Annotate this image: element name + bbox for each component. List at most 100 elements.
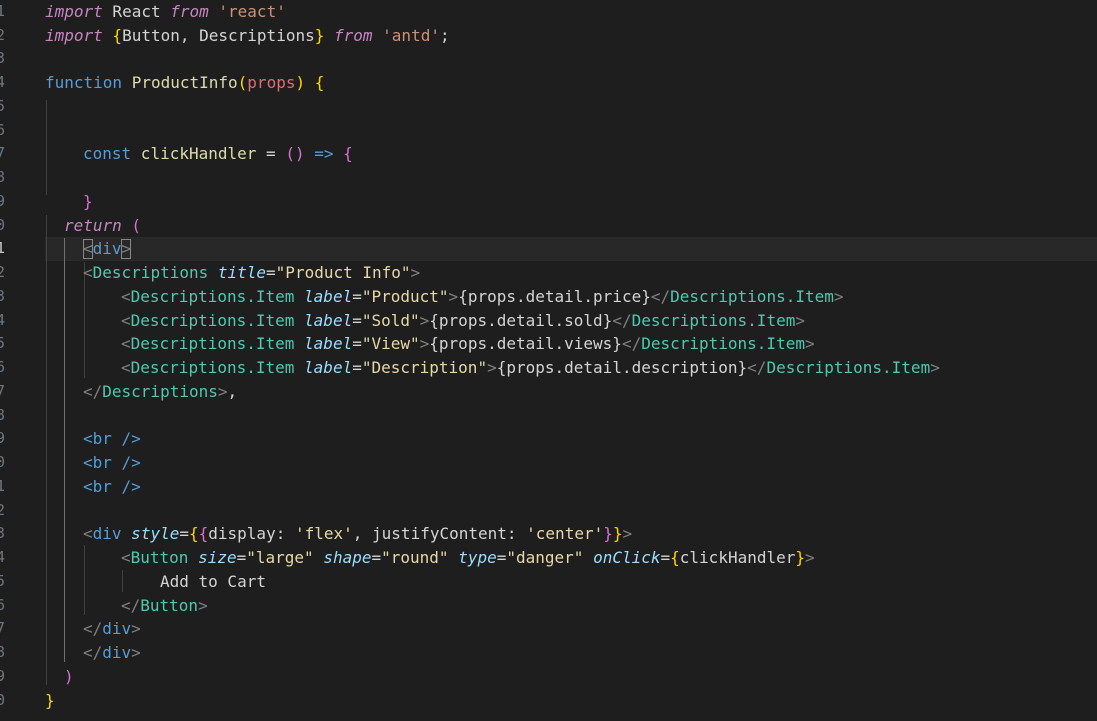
module-string: 'antd' <box>372 26 440 45</box>
component-name: Descriptions.Item <box>130 287 295 306</box>
tag-name-div: div <box>102 619 132 638</box>
code-line-1[interactable]: import React from 'react' <box>45 0 286 23</box>
paren-open: ( <box>121 216 142 235</box>
brace-open: { <box>188 524 199 543</box>
attribute-name: style <box>121 524 180 543</box>
code-line-14[interactable]: <Descriptions.Item label="Sold">{props.d… <box>121 309 805 332</box>
code-line-9[interactable]: } <box>83 190 93 213</box>
brace-close: } <box>314 26 325 45</box>
paren-open: ( <box>237 73 248 92</box>
component-name: Descriptions.Item <box>130 311 295 330</box>
param-props: props <box>247 73 296 92</box>
attribute-value: "Product Info" <box>275 263 411 282</box>
tag-close-bracket: > <box>833 287 844 306</box>
code-line-29[interactable]: ) <box>64 665 74 688</box>
attribute-equals: = <box>266 263 276 282</box>
code-line-19[interactable]: <br /> <box>83 427 141 450</box>
code-line-16[interactable]: <Descriptions.Item label="Description">{… <box>121 356 940 379</box>
attribute-name: label <box>294 287 353 306</box>
code-editor[interactable]: 1 2 3 4 5 6 7 8 9 0 1 2 3 4 5 6 7 8 9 0 … <box>0 0 1097 721</box>
component-name: Button <box>130 548 189 567</box>
paren-close: ) <box>64 667 74 686</box>
import-names: Button, Descriptions <box>122 26 315 45</box>
attribute-equals: = <box>371 548 382 567</box>
keyword-import: import <box>45 26 103 45</box>
code-line-26[interactable]: </Button> <box>121 594 208 617</box>
tag-open-bracket: < <box>83 239 93 258</box>
code-line-17[interactable]: </Descriptions>, <box>83 380 237 403</box>
attribute-name: size <box>188 548 237 567</box>
component-name: Descriptions.Item <box>641 334 805 353</box>
component-name: Descriptions <box>92 263 209 282</box>
closing-tag-open: </ <box>621 334 642 353</box>
code-line-21[interactable]: <br /> <box>83 475 141 498</box>
tag-open-bracket: < <box>121 311 131 330</box>
tag-close-bracket: > <box>217 382 228 401</box>
style-value: 'flex' <box>294 524 353 543</box>
code-line-20[interactable]: <br /> <box>83 451 141 474</box>
operator-equals: = <box>256 144 286 163</box>
brace-open: { <box>198 524 209 543</box>
tag-close-bracket: > <box>419 334 430 353</box>
tag-close-bracket: > <box>121 239 132 258</box>
code-line-7[interactable]: const clickHandler = () => { <box>83 142 353 165</box>
arrow-operator: => <box>304 144 344 163</box>
tag-open-bracket: < <box>121 358 131 377</box>
code-line-15[interactable]: <Descriptions.Item label="View">{props.d… <box>121 332 815 355</box>
attribute-name: type <box>448 548 497 567</box>
brace-close: } <box>45 691 55 710</box>
arrow-params: () <box>285 144 305 163</box>
attribute-name: label <box>294 311 353 330</box>
semicolon: ; <box>439 26 450 45</box>
code-text-area[interactable]: import React from 'react' import {Button… <box>0 0 1097 721</box>
keyword-function: function <box>45 73 123 92</box>
tag-close-bracket: > <box>805 548 815 567</box>
attribute-value: "large" <box>246 548 314 567</box>
style-value: 'center' <box>526 524 604 543</box>
code-line-23[interactable]: <div style={{display: 'flex', justifyCon… <box>83 522 632 545</box>
style-key: display: <box>208 524 295 543</box>
code-line-10[interactable]: return ( <box>64 214 141 237</box>
keyword-return: return <box>64 216 122 235</box>
jsx-expression: {props.detail.views} <box>429 334 622 353</box>
tag-name-div: div <box>102 643 132 662</box>
code-line-4[interactable]: function ProductInfo(props) { <box>45 71 324 94</box>
keyword-from: from <box>170 2 209 21</box>
code-line-12[interactable]: <Descriptions title="Product Info"> <box>83 261 420 284</box>
brace-close: } <box>603 524 613 543</box>
keyword-const: const <box>83 144 132 163</box>
attribute-value: "Sold" <box>361 311 420 330</box>
tag-close-bracket: > <box>448 287 459 306</box>
closing-tag-open: </ <box>83 643 103 662</box>
code-line-25[interactable]: Add to Cart <box>160 570 266 593</box>
attribute-equals: = <box>352 358 362 377</box>
tag-close-bracket: > <box>131 643 141 662</box>
code-line-13[interactable]: <Descriptions.Item label="Product">{prop… <box>121 285 844 308</box>
style-key: , justifyContent: <box>352 524 527 543</box>
tag-close-bracket: > <box>410 263 421 282</box>
attribute-name: onClick <box>583 548 661 567</box>
brace-close: } <box>795 548 806 567</box>
brace-open: { <box>343 144 353 163</box>
attribute-value: "View" <box>361 334 420 353</box>
component-name: Descriptions.Item <box>766 358 931 377</box>
tag-open-bracket: < <box>121 287 131 306</box>
function-name: ProductInfo <box>122 73 238 92</box>
closing-tag-open: </ <box>747 358 767 377</box>
const-name: clickHandler <box>131 144 257 163</box>
code-line-27[interactable]: </div> <box>83 617 141 640</box>
attribute-equals: = <box>352 287 362 306</box>
brace-open: { <box>670 548 680 567</box>
code-line-11[interactable]: <div> <box>83 237 131 260</box>
code-line-24[interactable]: <Button size="large" shape="round" type=… <box>121 546 815 569</box>
code-line-2[interactable]: import {Button, Descriptions} from 'antd… <box>45 24 450 47</box>
tag-open-bracket: < <box>121 334 131 353</box>
component-name: Descriptions.Item <box>631 311 796 330</box>
brace-open: { <box>305 73 325 92</box>
tag-open-bracket: < <box>121 548 131 567</box>
attribute-equals: = <box>236 548 247 567</box>
brace-close: } <box>83 192 93 211</box>
code-line-30[interactable]: } <box>45 689 55 712</box>
code-line-28[interactable]: </div> <box>83 641 141 664</box>
jsx-expression: {props.detail.price} <box>458 287 651 306</box>
